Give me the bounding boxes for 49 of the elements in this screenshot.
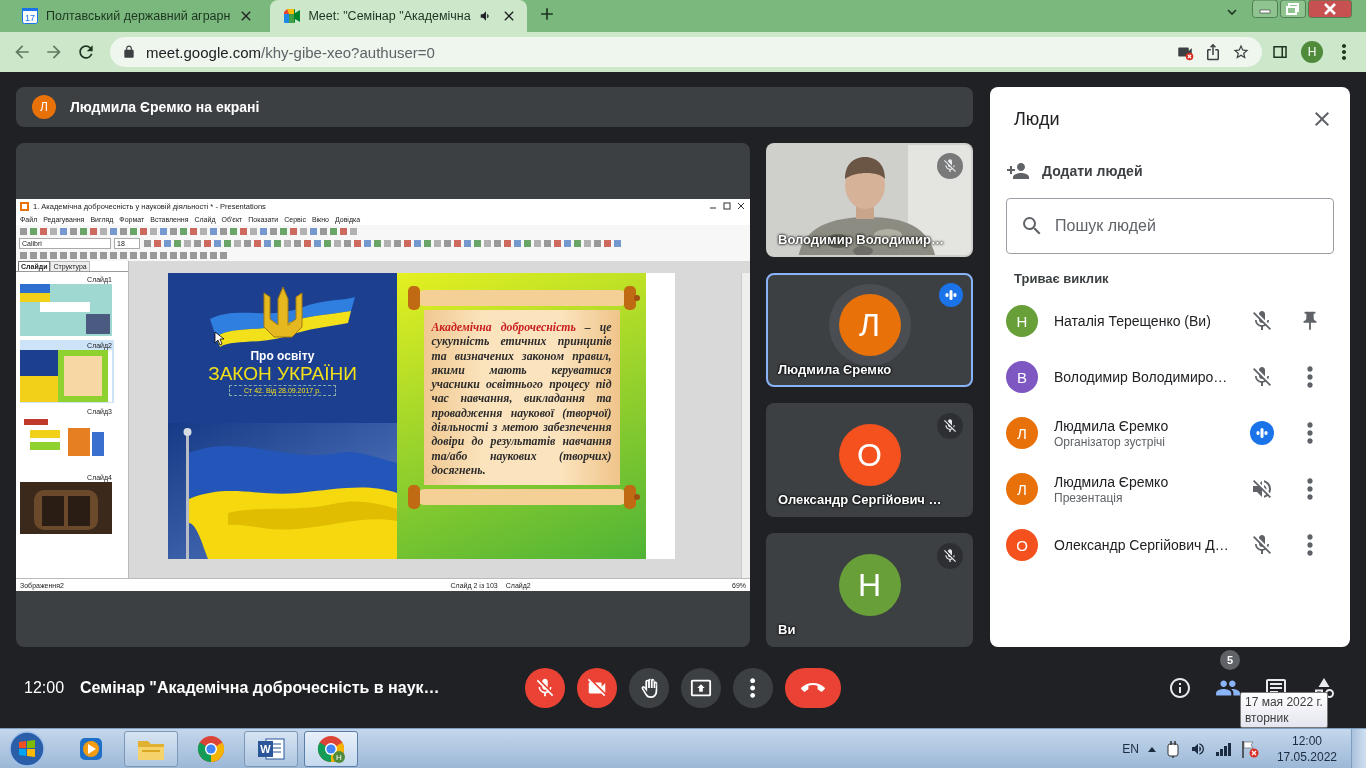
- section-heading: Триває виклик: [1013, 270, 1110, 288]
- participant-role: Презентація: [1054, 490, 1124, 506]
- participant-tile[interactable]: Н Ви: [766, 533, 973, 647]
- definition-text: Академічна доброчесність – це сукупність етичних принципів та визначених законом правил, якими мають керуватися учасники освітнього процесу під час навчання, викладання та провадження наукової (творчої) діяльності з метою забезпечення довіри до результатів навчання та/або наукових (творчих) досягнень.: [431, 320, 612, 478]
- participant-row[interactable]: В Володимир Володимиро…: [990, 349, 1350, 405]
- participant-row[interactable]: Л Людмила Єремко Презентація: [990, 461, 1350, 517]
- profile-avatar[interactable]: Н: [1301, 41, 1323, 63]
- browser-tab[interactable]: 17 Полтавський державний аграрн: [8, 0, 265, 32]
- search-field[interactable]: Пошук людей: [1006, 198, 1334, 254]
- participant-tile[interactable]: О Олександр Сергійович …: [766, 403, 973, 517]
- browser-tab[interactable]: Meet: "Семінар "Академічна: [270, 0, 527, 32]
- taskbar-button[interactable]: W: [244, 730, 298, 767]
- participant-name: Людмила Єремко: [1054, 416, 1170, 435]
- avatar: Н: [838, 554, 901, 616]
- count-badge: 5: [1220, 650, 1240, 670]
- participant-row[interactable]: Н Наталія Терещенко (Ви): [990, 293, 1350, 349]
- participant-name: Ви: [778, 622, 796, 637]
- add-people-button[interactable]: Додати людей: [990, 151, 1159, 191]
- avatar: О: [1006, 529, 1038, 561]
- language-indicator[interactable]: EN: [1122, 741, 1139, 756]
- participant-name: Людмила Єремко: [1054, 472, 1170, 491]
- avatar: Л: [1006, 473, 1038, 505]
- tooltip-date: 17 мая 2022 г.: [1245, 694, 1323, 710]
- meeting-time: 12:00: [24, 679, 65, 697]
- participant-name: Олександр Сергійович Д…: [1054, 536, 1226, 554]
- slide-subtitle: Про освіту: [250, 349, 315, 363]
- browser-icon: Н: [317, 734, 345, 763]
- participant-name: Людмила Єремко: [778, 362, 892, 377]
- avatar: Л: [32, 95, 56, 119]
- participant-name: Володимир Володимиро…: [1054, 368, 1226, 386]
- tooltip-weekday: вторник: [1245, 710, 1290, 726]
- participant-name: Наталія Терещенко (Ви): [1054, 312, 1212, 330]
- panel-title: Люди: [1014, 108, 1060, 130]
- avatar: Н: [1006, 305, 1038, 337]
- address-bar[interactable]: meet.google.com/khy-gibe-xeo?authuser=0: [110, 37, 1262, 67]
- meeting-title: Семінар "Академічна доброчесність в наук…: [80, 679, 440, 697]
- avatar: В: [1006, 361, 1038, 393]
- taskbar-button[interactable]: Н: [304, 730, 358, 767]
- avatar: Л: [1006, 417, 1038, 449]
- clock[interactable]: 12:00 17.05.2022: [1276, 732, 1337, 765]
- participant-name: Олександр Сергійович …: [778, 492, 942, 507]
- calendar-icon: 17: [22, 8, 38, 24]
- banner-text: Людмила Єремко на екрані: [70, 99, 260, 115]
- slide-title: ЗАКОН УКРАЇНИ: [208, 363, 357, 385]
- participant-row[interactable]: О Олександр Сергійович Д…: [990, 517, 1350, 573]
- participant-role: Організатор зустрічі: [1054, 434, 1167, 450]
- participant-row[interactable]: Л Людмила Єремко Організатор зустрічі: [990, 405, 1350, 461]
- avatar: О: [838, 424, 901, 486]
- participant-tile[interactable]: Л Людмила Єремко: [766, 273, 973, 387]
